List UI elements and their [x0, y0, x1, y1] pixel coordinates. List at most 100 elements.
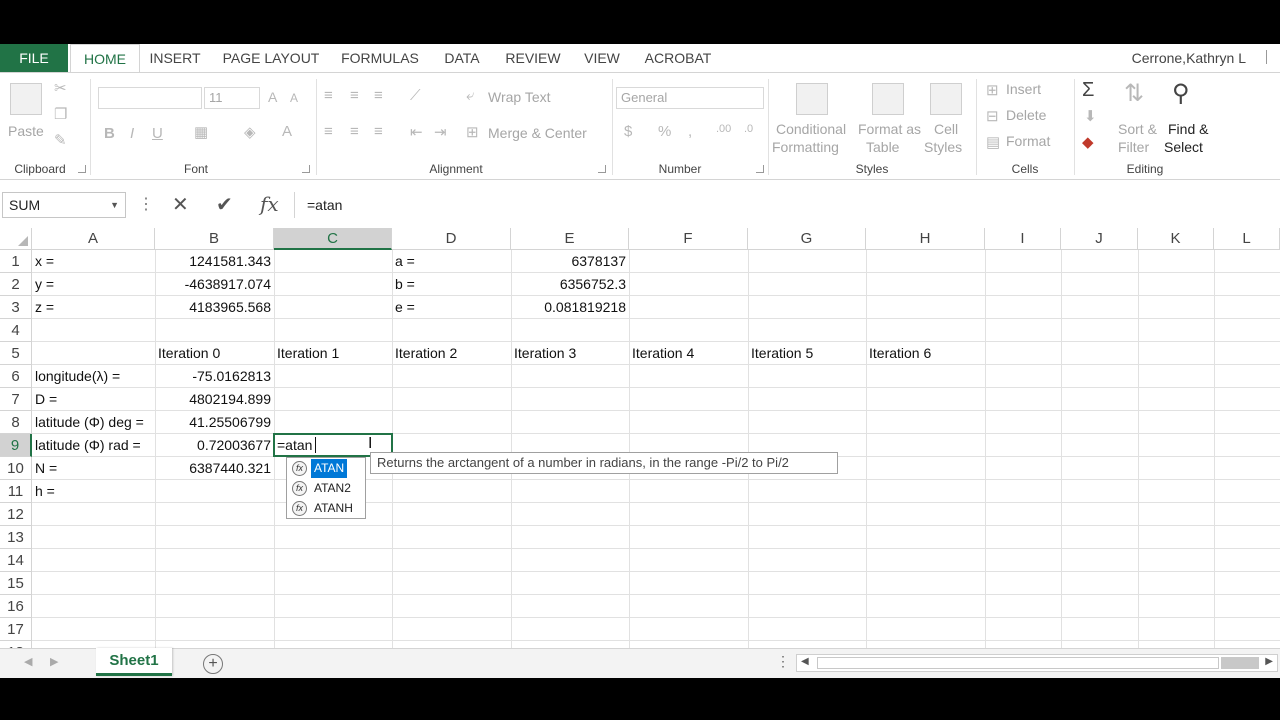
row-header-14[interactable]: 14 [0, 549, 32, 572]
row-header-10[interactable]: 10 [0, 457, 32, 480]
scroll-left-icon[interactable]: ◀ [801, 656, 809, 667]
enter-icon[interactable]: ✔ [216, 192, 233, 217]
cell-e3[interactable]: 0.081819218 [511, 296, 629, 319]
column-header-i[interactable]: I [985, 228, 1061, 250]
select-all-button[interactable] [0, 228, 32, 250]
orientation-icon[interactable]: ⟋ [410, 87, 421, 104]
merge-center-button[interactable]: Merge & Center [488, 125, 587, 141]
cell-styles-icon[interactable] [930, 83, 962, 115]
cell-b8[interactable]: 41.25506799 [155, 411, 274, 434]
tab-insert[interactable]: INSERT [142, 44, 208, 72]
cell-styles-line2[interactable]: Styles [924, 139, 962, 155]
row-header-8[interactable]: 8 [0, 411, 32, 434]
row-header-17[interactable]: 17 [0, 618, 32, 641]
paste-button[interactable]: Paste [8, 123, 44, 139]
increase-indent-icon[interactable]: ⇥ [434, 123, 447, 141]
font-color-icon[interactable]: A [282, 123, 292, 140]
row-header-2[interactable]: 2 [0, 273, 32, 296]
find-select-icon[interactable]: ⚲ [1172, 79, 1190, 108]
cell-styles-line1[interactable]: Cell [934, 121, 958, 137]
cell-a11[interactable]: h = [32, 480, 155, 503]
cell-b5[interactable]: Iteration 0 [155, 342, 274, 365]
font-launcher-icon[interactable] [302, 165, 310, 173]
tab-acrobat[interactable]: ACROBAT [636, 44, 720, 72]
autocomplete-item-atan[interactable]: fx ATAN [289, 459, 365, 478]
top-align-icon[interactable]: ≡ [324, 87, 333, 104]
tab-formulas[interactable]: FORMULAS [334, 44, 426, 72]
format-as-table-line1[interactable]: Format as [858, 121, 921, 137]
insert-function-icon[interactable]: fx [260, 192, 279, 216]
align-right-icon[interactable]: ≡ [374, 123, 383, 140]
autocomplete-item-atanh[interactable]: fx ATANH [289, 499, 365, 518]
sheet-tab-sheet1[interactable]: Sheet1 [96, 648, 172, 676]
delete-cells-icon[interactable]: ⊟ [986, 107, 999, 125]
font-size-select[interactable]: 11 [204, 87, 260, 109]
cell-a3[interactable]: z = [32, 296, 155, 319]
autosum-icon[interactable]: Σ [1082, 79, 1094, 102]
insert-cells-icon[interactable]: ⊞ [986, 81, 999, 99]
row-header-5[interactable]: 5 [0, 342, 32, 365]
underline-icon[interactable]: U [152, 125, 163, 142]
tab-home[interactable]: HOME [70, 44, 140, 73]
row-header-3[interactable]: 3 [0, 296, 32, 319]
number-format-select[interactable]: General [616, 87, 764, 109]
column-header-h[interactable]: H [866, 228, 985, 250]
cell-c5[interactable]: Iteration 1 [274, 342, 392, 365]
font-name-input[interactable] [98, 87, 202, 109]
cell-f5[interactable]: Iteration 4 [629, 342, 748, 365]
number-launcher-icon[interactable] [756, 165, 764, 173]
formula-input[interactable]: =atan [294, 192, 1280, 218]
borders-icon[interactable]: ▦ [194, 123, 208, 141]
cell-b6[interactable]: -75.0162813 [155, 365, 274, 388]
column-header-d[interactable]: D [392, 228, 511, 250]
tab-view[interactable]: VIEW [576, 44, 628, 72]
column-header-l[interactable]: L [1214, 228, 1280, 250]
currency-icon[interactable]: $ [624, 123, 632, 140]
column-header-e[interactable]: E [511, 228, 629, 250]
format-cells-icon[interactable]: ▤ [986, 133, 1000, 151]
clipboard-launcher-icon[interactable] [78, 165, 86, 173]
format-as-table-icon[interactable] [872, 83, 904, 115]
row-header-16[interactable]: 16 [0, 595, 32, 618]
bold-icon[interactable]: B [104, 125, 115, 142]
cell-e5[interactable]: Iteration 3 [511, 342, 629, 365]
cell-b10[interactable]: 6387440.321 [155, 457, 274, 480]
column-header-g[interactable]: G [748, 228, 866, 250]
cell-a8[interactable]: latitude (Φ) deg = [32, 411, 155, 434]
percent-icon[interactable]: % [658, 123, 671, 140]
increase-decimal-icon[interactable]: .00 [716, 123, 731, 135]
insert-cells-button[interactable]: Insert [1006, 81, 1041, 97]
column-header-k[interactable]: K [1138, 228, 1214, 250]
conditional-formatting-line1[interactable]: Conditional [776, 121, 846, 137]
cell-a10[interactable]: N = [32, 457, 155, 480]
conditional-formatting-icon[interactable] [796, 83, 828, 115]
tab-file[interactable]: FILE [0, 44, 68, 72]
cell-d1[interactable]: a = [392, 250, 511, 273]
row-header-13[interactable]: 13 [0, 526, 32, 549]
decrease-indent-icon[interactable]: ⇤ [410, 123, 423, 141]
sort-filter-icon[interactable]: ⇅ [1124, 79, 1144, 108]
cell-a1[interactable]: x = [32, 250, 155, 273]
format-as-table-line2[interactable]: Table [866, 139, 899, 155]
decrease-font-icon[interactable]: A [290, 91, 298, 105]
horizontal-scrollbar[interactable]: ◀ ▶ [796, 654, 1278, 672]
tab-review[interactable]: REVIEW [498, 44, 568, 72]
align-center-icon[interactable]: ≡ [350, 123, 359, 140]
scroll-thumb[interactable] [817, 657, 1219, 669]
chevron-down-icon[interactable]: ▼ [110, 193, 119, 217]
tab-data[interactable]: DATA [434, 44, 490, 72]
formula-bar-dots-icon[interactable]: ⋮ [138, 194, 154, 214]
clear-icon[interactable]: ◆ [1082, 133, 1094, 151]
column-header-f[interactable]: F [629, 228, 748, 250]
sort-filter-line1[interactable]: Sort & [1118, 121, 1157, 137]
user-name[interactable]: Cerrone,Kathryn L [1132, 44, 1246, 72]
row-header-6[interactable]: 6 [0, 365, 32, 388]
cell-g5[interactable]: Iteration 5 [748, 342, 866, 365]
column-header-j[interactable]: J [1061, 228, 1138, 250]
conditional-formatting-line2[interactable]: Formatting [772, 139, 839, 155]
row-header-11[interactable]: 11 [0, 480, 32, 503]
cut-icon[interactable]: ✂ [54, 79, 67, 97]
cell-a7[interactable]: D = [32, 388, 155, 411]
cell-b7[interactable]: 4802194.899 [155, 388, 274, 411]
ribbon-scroll-icon[interactable] [1266, 50, 1276, 64]
